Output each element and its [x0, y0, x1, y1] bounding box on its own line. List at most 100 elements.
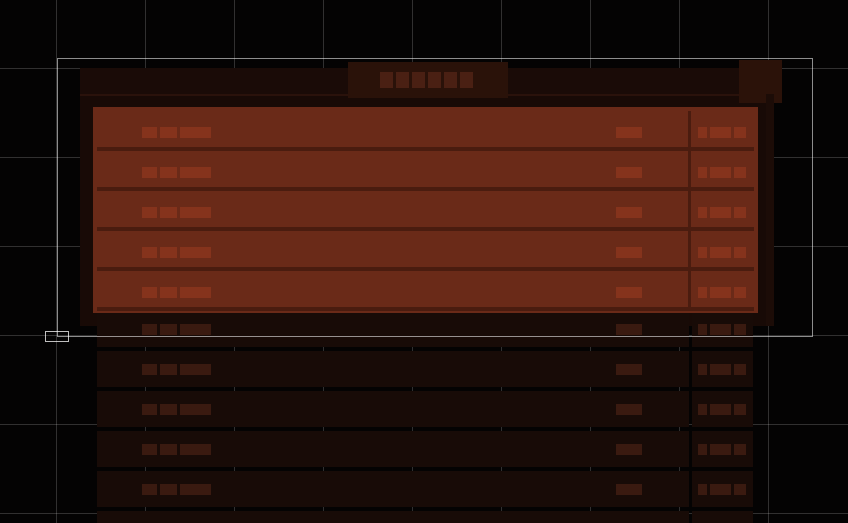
square-icon[interactable] [739, 60, 782, 103]
name-glyph [180, 484, 211, 495]
name-glyph [142, 444, 157, 455]
value-glyph [698, 167, 707, 178]
value-glyph [734, 484, 746, 495]
selected-rows-panel[interactable] [93, 107, 758, 313]
title-glyph [428, 72, 441, 88]
list-item[interactable] [97, 391, 753, 427]
window-title-tab[interactable] [348, 62, 508, 98]
name-glyph [160, 444, 177, 455]
screen [0, 0, 848, 523]
name-glyph [180, 287, 211, 298]
title-glyph [444, 72, 457, 88]
name-glyph [142, 247, 157, 258]
name-glyph [142, 167, 157, 178]
title-glyph [396, 72, 409, 88]
name-glyph [160, 404, 177, 415]
value-glyph [698, 324, 707, 335]
list-item[interactable] [97, 351, 753, 387]
name-glyph [160, 287, 177, 298]
item-value-cell [692, 471, 753, 507]
name-glyph [160, 247, 177, 258]
value-glyph [734, 324, 746, 335]
size-glyph [616, 364, 642, 375]
list-item-selected[interactable] [93, 271, 758, 307]
list-item[interactable] [97, 471, 753, 507]
name-glyph [180, 247, 211, 258]
size-glyph [616, 247, 642, 258]
name-glyph [160, 127, 177, 138]
value-glyph [734, 247, 746, 258]
name-glyph [160, 364, 177, 375]
name-glyph [142, 287, 157, 298]
value-glyph [734, 364, 746, 375]
item-name-cell [97, 511, 689, 523]
list-item-selected[interactable] [93, 231, 758, 267]
list-item-selected[interactable] [93, 151, 758, 187]
list-item-selected[interactable] [93, 191, 758, 227]
size-glyph [616, 287, 642, 298]
column-divider[interactable] [688, 111, 691, 309]
size-glyph [616, 127, 642, 138]
title-glyph [380, 72, 393, 88]
name-glyph [142, 484, 157, 495]
value-glyph [710, 207, 731, 218]
size-glyph [616, 324, 642, 335]
name-glyph [160, 207, 177, 218]
size-glyph [616, 207, 642, 218]
item-name-cell [97, 471, 689, 507]
value-glyph [734, 207, 746, 218]
item-name-cell [97, 391, 689, 427]
list-item-selected[interactable] [93, 111, 758, 147]
item-value-cell [692, 351, 753, 387]
item-value-cell [692, 431, 753, 467]
value-glyph [734, 444, 746, 455]
value-glyph [710, 287, 731, 298]
item-value-cell [692, 391, 753, 427]
list-item[interactable] [97, 311, 753, 347]
value-glyph [710, 247, 731, 258]
value-glyph [734, 167, 746, 178]
value-glyph [734, 287, 746, 298]
name-glyph [180, 127, 211, 138]
name-glyph [142, 207, 157, 218]
list-item[interactable] [97, 511, 753, 523]
size-glyph [616, 404, 642, 415]
item-name-cell [97, 431, 689, 467]
value-glyph [710, 324, 731, 335]
name-glyph [142, 127, 157, 138]
name-glyph [180, 207, 211, 218]
title-glyph [460, 72, 473, 88]
value-glyph [710, 364, 731, 375]
name-glyph [142, 404, 157, 415]
size-glyph [616, 444, 642, 455]
value-glyph [698, 127, 707, 138]
name-glyph [180, 444, 211, 455]
list-item[interactable] [97, 431, 753, 467]
value-glyph [698, 207, 707, 218]
item-value-cell [692, 511, 753, 523]
name-glyph [160, 324, 177, 335]
value-glyph [698, 287, 707, 298]
value-glyph [710, 444, 731, 455]
value-glyph [698, 484, 707, 495]
scrollbar[interactable] [766, 94, 774, 326]
value-glyph [698, 247, 707, 258]
value-glyph [734, 127, 746, 138]
name-glyph [180, 364, 211, 375]
item-value-cell [692, 311, 753, 347]
name-glyph [160, 484, 177, 495]
name-glyph [180, 167, 211, 178]
resize-handle-icon[interactable] [45, 331, 69, 342]
title-glyph [412, 72, 425, 88]
value-glyph [698, 444, 707, 455]
name-glyph [142, 364, 157, 375]
value-glyph [734, 404, 746, 415]
value-glyph [710, 484, 731, 495]
row-separator [97, 307, 754, 311]
name-glyph [142, 324, 157, 335]
value-glyph [710, 167, 731, 178]
name-glyph [180, 404, 211, 415]
value-glyph [698, 364, 707, 375]
size-glyph [616, 484, 642, 495]
item-name-cell [97, 311, 689, 347]
